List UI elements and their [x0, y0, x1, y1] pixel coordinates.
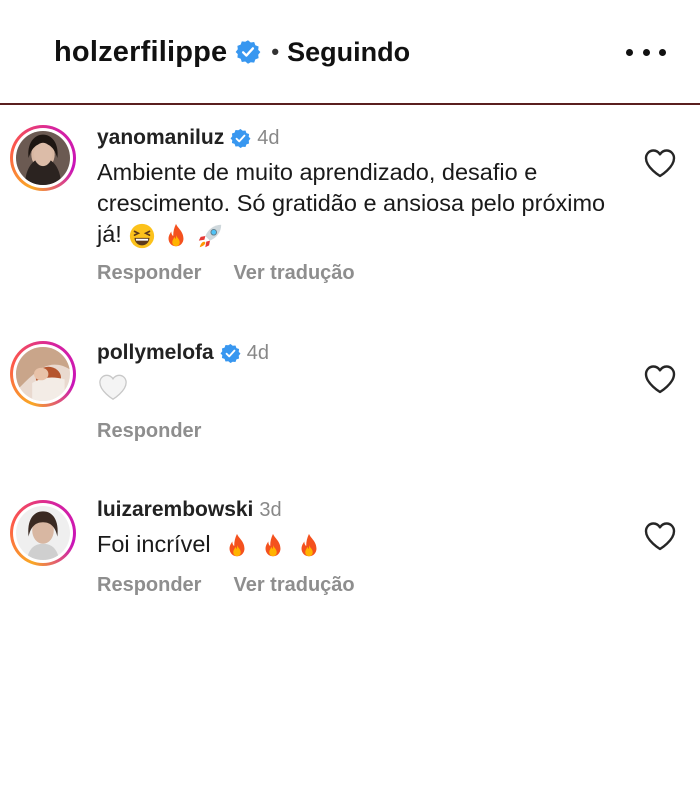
- comment-text-block: Ambiente de muito aprendizado, desafio e…: [97, 157, 617, 250]
- comment-header: luizarembowski 3d: [97, 497, 282, 523]
- grinning-squinting-face-icon: [128, 222, 156, 250]
- header-username[interactable]: holzerfilippe: [54, 36, 227, 69]
- comment-emojis: [223, 532, 323, 560]
- header-title: holzerfilippe • Seguindo: [54, 32, 410, 72]
- post-header: holzerfilippe • Seguindo: [0, 0, 700, 104]
- follow-status-button[interactable]: Seguindo: [287, 37, 410, 68]
- comment-text-block: [97, 372, 617, 405]
- like-heart-icon[interactable]: [643, 363, 677, 395]
- fire-icon: [295, 532, 323, 560]
- white-heart-icon: [97, 372, 129, 402]
- comment-actions: Responder Ver tradução: [97, 574, 355, 597]
- see-translation-button[interactable]: Ver tradução: [233, 262, 354, 285]
- fire-icon: [162, 222, 190, 250]
- comment-username[interactable]: pollymelofa: [97, 341, 214, 365]
- fire-icon: [259, 532, 287, 560]
- rocket-icon: [196, 222, 224, 250]
- avatar[interactable]: [10, 341, 76, 407]
- reply-button[interactable]: Responder: [97, 420, 201, 443]
- reply-button[interactable]: Responder: [97, 574, 201, 597]
- comment-username[interactable]: luizarembowski: [97, 498, 253, 522]
- more-options-icon[interactable]: [626, 36, 666, 68]
- header-divider: [0, 103, 700, 105]
- reply-button[interactable]: Responder: [97, 262, 201, 285]
- verified-badge-icon: [235, 39, 261, 65]
- comment-username[interactable]: yanomaniluz: [97, 126, 224, 150]
- comment-header: yanomaniluz 4d: [97, 125, 279, 151]
- like-heart-icon[interactable]: [643, 520, 677, 552]
- verified-badge-icon: [220, 343, 241, 364]
- avatar[interactable]: [10, 125, 76, 191]
- fire-icon: [223, 532, 251, 560]
- comment-text-block: Foi incrível: [97, 529, 617, 560]
- comment-actions: Responder: [97, 420, 201, 443]
- comment-actions: Responder Ver tradução: [97, 262, 355, 285]
- comment-timestamp: 3d: [259, 498, 282, 521]
- comment-emojis: [128, 222, 224, 250]
- comment-text: Foi incrível: [97, 531, 211, 557]
- like-heart-icon[interactable]: [643, 147, 677, 179]
- verified-badge-icon: [230, 128, 251, 149]
- avatar[interactable]: [10, 500, 76, 566]
- comment-header: pollymelofa 4d: [97, 340, 269, 366]
- comment-timestamp: 4d: [257, 126, 280, 149]
- see-translation-button[interactable]: Ver tradução: [233, 574, 354, 597]
- header-separator: •: [271, 39, 280, 64]
- comment-timestamp: 4d: [246, 341, 269, 364]
